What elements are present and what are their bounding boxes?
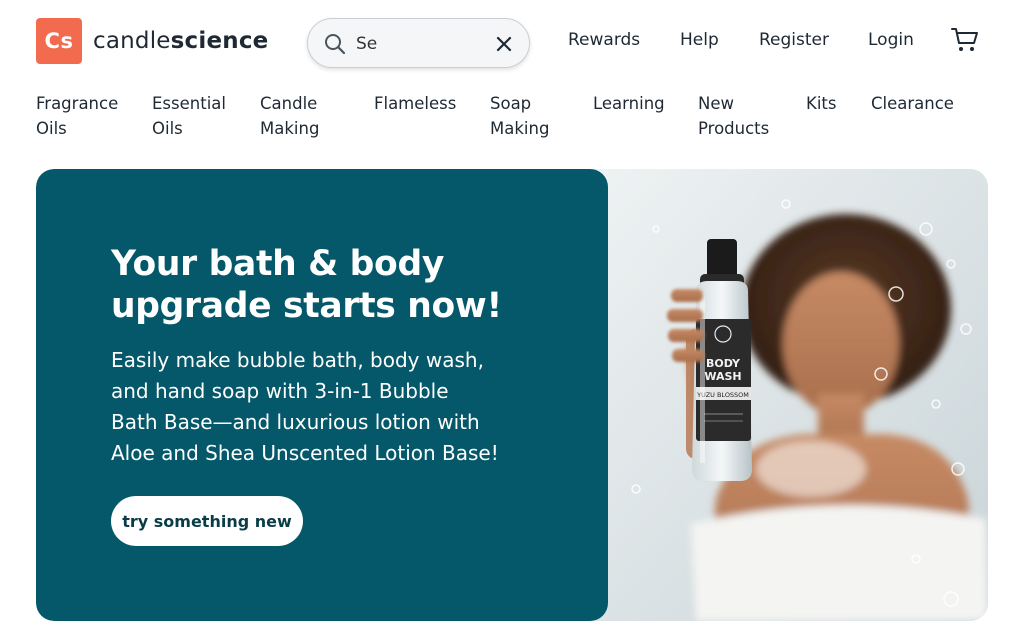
login-link[interactable]: Login [868,30,914,50]
hero-body-line: Bath Base—and luxurious lotion with [111,410,480,434]
main-nav: Fragrance Oils Essential Oils Candle Mak… [0,92,1024,148]
nav-label-line2: Oils [152,118,183,138]
hero-title-line: Your bath & body [111,244,445,284]
nav-item-kits[interactable]: Kits [806,92,836,117]
nav-item-learning[interactable]: Learning [593,92,665,117]
page: Cs candlescience Rewards Help Register L… [0,0,1024,623]
nav-label-line2: Oils [36,118,67,138]
nav-label-line1: Fragrance [36,94,119,113]
nav-label-line1: Candle [260,94,318,113]
hero-body-line: Easily make bubble bath, body wash, [111,348,484,372]
site-header: Cs candlescience Rewards Help Register L… [0,0,1024,84]
nav-item-flameless[interactable]: Flameless [374,92,456,117]
nav-label-line2: Making [490,118,550,138]
nav-label-line2: Making [260,118,320,138]
hero-title: Your bath & body upgrade starts now! [111,243,581,327]
nav-label-line1: Clearance [871,94,954,113]
rewards-link[interactable]: Rewards [568,30,640,50]
nav-item-clearance[interactable]: Clearance [871,92,954,117]
top-links: Rewards Help Register Login [0,30,1024,54]
hero-description: Easily make bubble bath, body wash, and … [111,345,581,469]
bottle-label-line2: WASH [704,370,741,383]
nav-label-line2: Products [698,118,770,138]
nav-item-soap-making[interactable]: Soap Making [490,92,549,141]
bottle-label-line1: BODY [706,357,741,370]
hero-title-line: upgrade starts now! [111,286,502,326]
hero-photo: BODY WASH YUZU BLOSSOM [596,169,988,621]
try-something-new-button[interactable]: try something new [111,496,303,546]
nav-label-line1: Kits [806,94,837,113]
hero-text-panel: Your bath & body upgrade starts now! Eas… [36,169,608,621]
nav-label-line1: Learning [593,94,665,113]
nav-item-essential-oils[interactable]: Essential Oils [152,92,226,141]
nav-item-new-products[interactable]: New Products [698,92,769,141]
hero-body-line: and hand soap with 3-in-1 Bubble [111,379,449,403]
nav-label-line1: New [698,94,734,113]
hero-banner: Your bath & body upgrade starts now! Eas… [36,169,988,621]
register-link[interactable]: Register [759,30,829,50]
cart-icon[interactable] [951,27,979,53]
nav-label-line1: Soap [490,94,532,113]
hero-body-line: Aloe and Shea Unscented Lotion Base! [111,441,499,465]
nav-label-line1: Flameless [374,94,457,113]
nav-item-fragrance-oils[interactable]: Fragrance Oils [36,92,118,141]
nav-item-candle-making[interactable]: Candle Making [260,92,319,141]
help-link[interactable]: Help [680,30,719,50]
nav-label-line1: Essential [152,94,226,113]
